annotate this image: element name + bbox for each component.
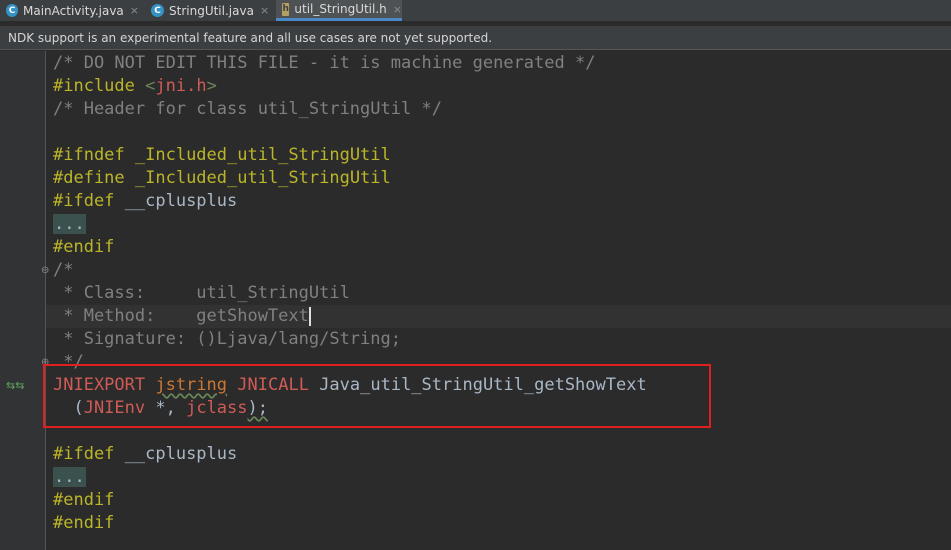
code-line-9: #endif bbox=[53, 237, 115, 257]
close-icon[interactable]: × bbox=[393, 3, 402, 16]
folded-region[interactable]: ... bbox=[53, 214, 86, 234]
code-line-5: #ifndef _Included_util_StringUtil bbox=[53, 145, 391, 165]
code-line-11: * Class: util_StringUtil bbox=[53, 283, 350, 303]
tab-util-string-util-h[interactable]: h util_StringUtil.h × bbox=[276, 0, 402, 21]
code-line-8[interactable]: ... bbox=[53, 213, 86, 236]
text-caret bbox=[308, 306, 311, 326]
code-line-6: #define _Included_util_StringUtil bbox=[53, 168, 391, 188]
code-line-2: #include <jni.h> bbox=[53, 76, 217, 96]
java-class-icon: C bbox=[6, 4, 18, 17]
tab-label: StringUtil.java bbox=[169, 3, 254, 18]
code-line-10: /* bbox=[53, 260, 74, 280]
header-file-icon: h bbox=[282, 2, 290, 16]
code-line-18: #ifdef __cplusplus bbox=[53, 444, 238, 464]
highlight-box bbox=[43, 364, 711, 428]
tab-string-util[interactable]: C StringUtil.java × bbox=[145, 0, 274, 21]
code-line-12: * Method: getShowText bbox=[53, 306, 311, 326]
fold-marker-icon[interactable]: ⊖ bbox=[41, 265, 49, 276]
close-icon[interactable]: × bbox=[130, 4, 139, 17]
java-class-icon: C bbox=[151, 4, 164, 17]
ndk-notice-banner: NDK support is an experimental feature a… bbox=[0, 26, 951, 50]
code-line-3: /* Header for class util_StringUtil */ bbox=[53, 99, 442, 119]
editor-tab-bar: C MainActivity.java × C StringUtil.java … bbox=[0, 0, 951, 22]
code-line-1: /* DO NOT EDIT THIS FILE - it is machine… bbox=[53, 53, 596, 73]
tab-label: util_StringUtil.h bbox=[294, 2, 387, 16]
close-icon[interactable]: × bbox=[260, 4, 269, 17]
code-line-7: #ifdef __cplusplus bbox=[53, 191, 238, 211]
folded-region[interactable]: ... bbox=[53, 467, 86, 487]
code-line-20: #endif bbox=[53, 490, 115, 510]
tab-main-activity[interactable]: C MainActivity.java × bbox=[0, 0, 139, 21]
code-line-21: #endif bbox=[53, 513, 115, 533]
code-line-19[interactable]: ... bbox=[53, 466, 86, 489]
tab-label: MainActivity.java bbox=[23, 3, 124, 18]
navigate-implementation-icon[interactable]: ⇆⇆ bbox=[6, 379, 24, 392]
code-editor[interactable]: /* DO NOT EDIT THIS FILE - it is machine… bbox=[0, 51, 951, 550]
code-line-13: * Signature: ()Ljava/lang/String; bbox=[53, 329, 401, 349]
